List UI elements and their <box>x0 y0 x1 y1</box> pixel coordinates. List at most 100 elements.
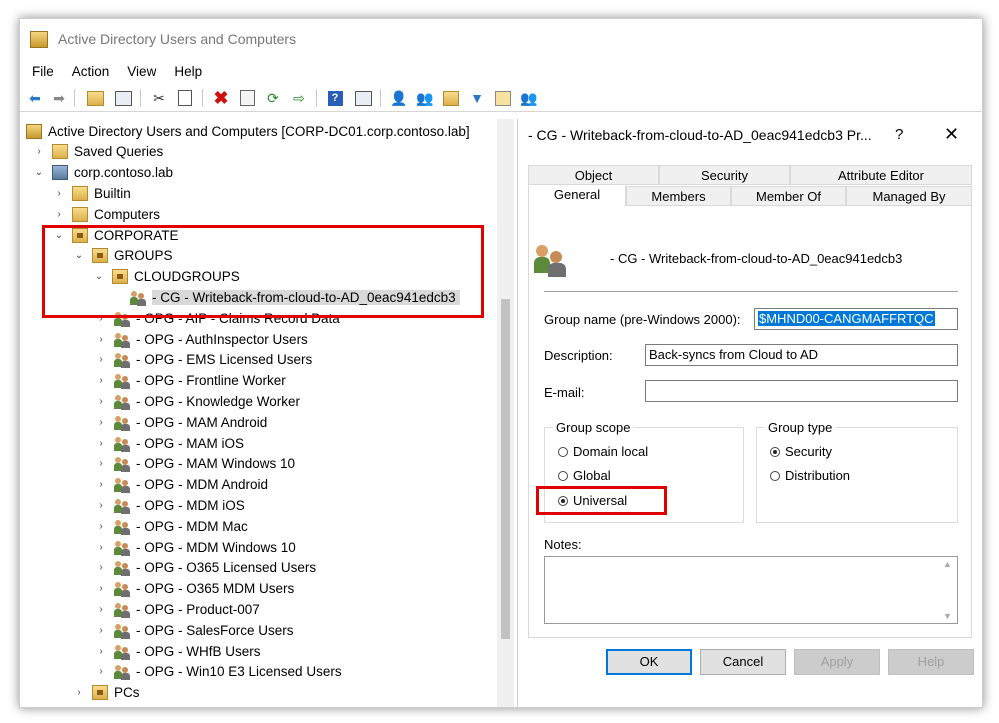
scope-domain-local-radio[interactable]: Domain local <box>558 444 648 459</box>
copy-icon[interactable] <box>176 89 194 107</box>
scope-domain-local-label: Domain local <box>573 444 649 459</box>
group-name-field[interactable]: $MHND00-CANGMAFFRTQC <box>754 308 958 330</box>
tree-item-label: - OPG - Product-007 <box>136 601 260 617</box>
apply-button[interactable]: Apply <box>794 649 880 675</box>
tree-item[interactable]: › - OPG - O365 Licensed Users <box>96 558 316 578</box>
expand-toggle-icon[interactable]: › <box>96 646 106 657</box>
group-icon[interactable]: 👥 <box>416 89 434 107</box>
type-security-radio[interactable]: Security <box>770 444 832 459</box>
tree-item[interactable]: › - OPG - EMS Licensed Users <box>96 350 312 370</box>
tree-item[interactable]: › - OPG - Product-007 <box>96 599 260 619</box>
tree-item-label: - OPG - MAM Windows 10 <box>136 456 296 472</box>
expand-toggle-icon[interactable]: › <box>96 583 106 594</box>
tree-item-label: - OPG - O365 MDM Users <box>136 581 295 597</box>
find-icon[interactable] <box>494 89 512 107</box>
scroll-up-icon[interactable]: ▲ <box>943 559 952 569</box>
tree-item[interactable]: › Builtin <box>54 183 131 203</box>
expand-toggle-icon[interactable]: › <box>96 500 106 511</box>
ou-icon[interactable] <box>442 89 460 107</box>
tree-item[interactable]: › - OPG - O365 MDM Users <box>96 579 294 599</box>
expand-toggle-icon[interactable]: › <box>54 209 64 220</box>
description-field[interactable]: Back-syncs from Cloud to AD <box>645 344 958 366</box>
expand-toggle-icon[interactable]: › <box>96 438 106 449</box>
tree-scrollbar[interactable] <box>497 119 514 707</box>
tree-item[interactable]: › - OPG - MDM iOS <box>96 495 245 515</box>
user-icon[interactable]: 👤 <box>390 89 408 107</box>
help-button[interactable]: Help <box>888 649 974 675</box>
type-distribution-radio[interactable]: Distribution <box>770 468 850 483</box>
tab-attribute-editor[interactable]: Attribute Editor <box>790 165 972 185</box>
tree-item[interactable]: › - OPG - MDM Android <box>96 475 268 495</box>
tab-object[interactable]: Object <box>528 165 659 185</box>
toolbar-separator <box>140 89 141 107</box>
tree-item[interactable]: › - OPG - Knowledge Worker <box>96 391 300 411</box>
expand-toggle-icon[interactable]: › <box>54 188 64 199</box>
tree-item[interactable]: › - OPG - WHfB Users <box>96 641 261 661</box>
email-field[interactable] <box>645 380 958 402</box>
notes-scrollbar[interactable]: ▲ ▼ <box>940 557 957 623</box>
cut-icon[interactable]: ✂ <box>150 89 168 107</box>
expand-toggle-icon[interactable]: › <box>96 625 106 636</box>
notes-field[interactable]: ▲ ▼ <box>544 556 958 624</box>
expand-toggle-icon[interactable]: › <box>96 604 106 615</box>
expand-toggle-icon[interactable]: › <box>96 458 106 469</box>
expand-toggle-icon[interactable]: › <box>34 146 44 157</box>
expand-toggle-icon[interactable]: › <box>96 479 106 490</box>
show-icon[interactable] <box>354 89 372 107</box>
refresh-icon[interactable]: ⟳ <box>264 89 282 107</box>
ok-button[interactable]: OK <box>606 649 692 675</box>
back-arrow-icon[interactable]: ⬅ <box>26 89 44 107</box>
tree-item[interactable]: › PCs <box>74 683 140 703</box>
tree-item-label: - OPG - MDM Mac <box>136 518 248 534</box>
scroll-down-icon[interactable]: ▼ <box>943 611 952 621</box>
tree-item[interactable]: › - OPG - SalesForce Users <box>96 620 294 640</box>
expand-toggle-icon[interactable]: ⌄ <box>34 167 44 178</box>
tree-item[interactable]: Active Directory Users and Computers [CO… <box>26 121 470 141</box>
folder-up-icon[interactable] <box>86 89 104 107</box>
expand-toggle-icon[interactable]: › <box>96 542 106 553</box>
tab-general[interactable]: General <box>528 184 626 207</box>
export-icon[interactable]: ⇨ <box>290 89 308 107</box>
expand-toggle-icon[interactable]: › <box>74 687 84 698</box>
tree-item[interactable]: › Saved Queries <box>34 142 163 162</box>
tree-item[interactable]: › - OPG - MDM Mac <box>96 516 248 536</box>
tree-item[interactable]: › - OPG - MDM Windows 10 <box>96 537 296 557</box>
menu-file[interactable]: File <box>32 64 54 79</box>
tree-item[interactable]: › - OPG - MAM Android <box>96 412 267 432</box>
tree-item[interactable]: › - OPG - AuthInspector Users <box>96 329 308 349</box>
expand-toggle-icon[interactable]: › <box>96 521 106 532</box>
tab-managed-by[interactable]: Managed By <box>846 186 972 206</box>
expand-toggle-icon[interactable]: › <box>96 396 106 407</box>
cancel-button[interactable]: Cancel <box>700 649 786 675</box>
tree-item[interactable]: › - OPG - Frontline Worker <box>96 371 286 391</box>
expand-toggle-icon[interactable]: › <box>96 354 106 365</box>
scope-global-radio[interactable]: Global <box>558 468 611 483</box>
menu-view[interactable]: View <box>127 64 156 79</box>
menu-help[interactable]: Help <box>174 64 202 79</box>
tree-item[interactable]: › - OPG - MAM iOS <box>96 433 244 453</box>
delete-icon[interactable]: ✖ <box>212 88 230 108</box>
properties-icon[interactable] <box>238 89 256 107</box>
filter-icon[interactable]: ▼ <box>468 89 486 107</box>
console-tree-icon[interactable] <box>114 89 132 107</box>
forward-arrow-icon[interactable]: ➡ <box>50 89 68 107</box>
tab-member-of[interactable]: Member Of <box>731 186 846 206</box>
expand-toggle-icon[interactable]: › <box>96 417 106 428</box>
add-member-icon[interactable]: 👥 <box>520 89 538 107</box>
menu-action[interactable]: Action <box>72 64 110 79</box>
group-icon <box>114 456 130 473</box>
expand-toggle-icon[interactable]: › <box>96 375 106 386</box>
tree-item[interactable]: › - OPG - Win10 E3 Licensed Users <box>96 662 342 682</box>
expand-toggle-icon[interactable]: › <box>96 562 106 573</box>
tab-members[interactable]: Members <box>626 186 731 206</box>
tree-item[interactable]: ⌄ corp.contoso.lab <box>34 163 173 183</box>
tab-security[interactable]: Security <box>659 165 790 185</box>
expand-toggle-icon[interactable]: › <box>96 666 106 677</box>
expand-toggle-icon[interactable]: › <box>96 334 106 345</box>
tree-item[interactable]: › Computers <box>54 204 160 224</box>
help-icon[interactable]: ? <box>326 89 344 107</box>
tree-item[interactable]: › - OPG - MAM Windows 10 <box>96 454 295 474</box>
scrollbar-thumb[interactable] <box>501 299 510 639</box>
dialog-close-button[interactable]: ✕ <box>944 124 959 145</box>
dialog-help-button[interactable]: ? <box>895 126 903 143</box>
